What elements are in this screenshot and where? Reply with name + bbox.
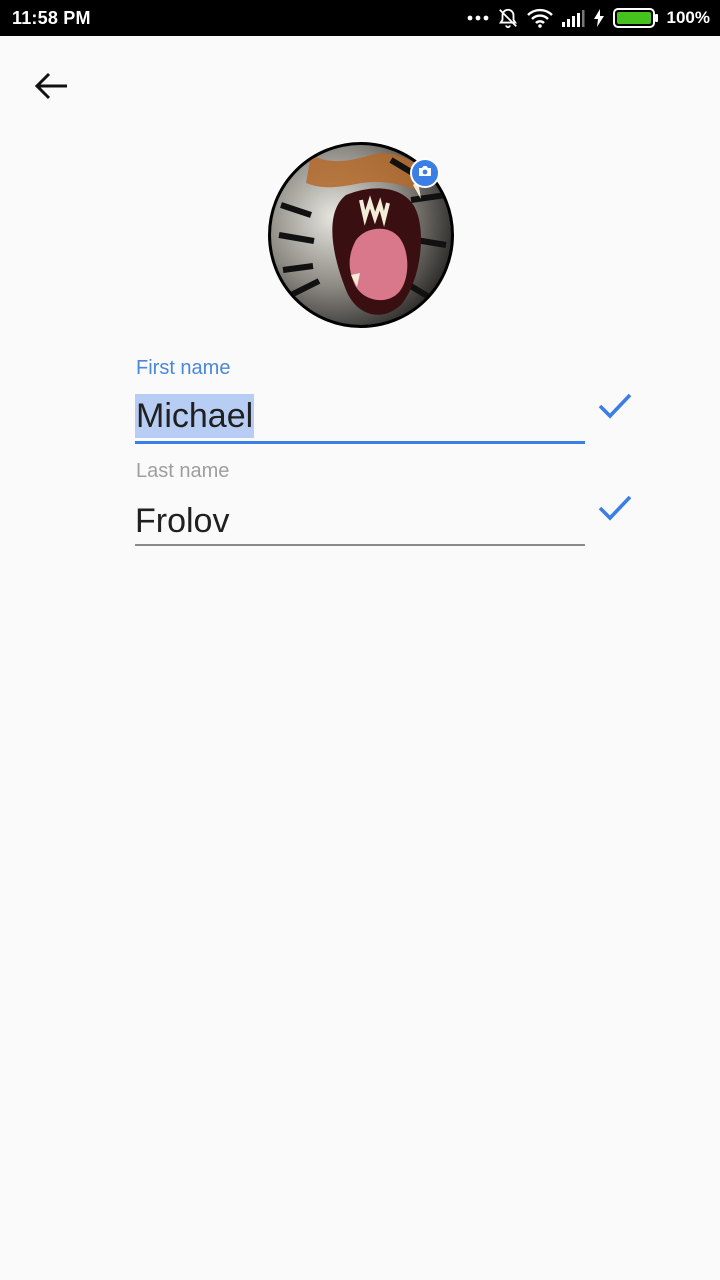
back-button[interactable] <box>26 64 78 112</box>
first-name-underline <box>135 441 585 444</box>
confirm-first-name-button[interactable] <box>594 388 636 428</box>
more-dots-icon <box>467 14 489 22</box>
charging-icon <box>593 8 605 28</box>
checkmark-icon <box>597 392 633 425</box>
wifi-icon <box>526 8 553 28</box>
arrow-left-icon <box>34 72 69 105</box>
bell-off-icon <box>497 7 519 29</box>
battery-icon <box>612 8 659 28</box>
last-name-label: Last name <box>136 460 230 482</box>
first-name-input[interactable]: Michael <box>135 394 585 444</box>
status-time: 11:58 PM <box>12 8 91 28</box>
change-photo-button[interactable] <box>410 158 440 188</box>
confirm-last-name-button[interactable] <box>594 490 636 530</box>
checkmark-icon <box>597 494 633 527</box>
last-name-input[interactable]: Frolov <box>135 496 585 546</box>
last-name-value[interactable]: Frolov <box>135 496 229 546</box>
signal-icon <box>561 9 585 27</box>
battery-percent: 100% <box>666 8 710 27</box>
last-name-underline <box>135 544 585 546</box>
first-name-label: First name <box>136 357 231 379</box>
first-name-value[interactable]: Michael <box>135 394 255 438</box>
status-icons: 100% <box>467 0 710 36</box>
camera-icon <box>418 164 432 182</box>
status-bar: 11:58 PM 100% <box>0 0 720 36</box>
